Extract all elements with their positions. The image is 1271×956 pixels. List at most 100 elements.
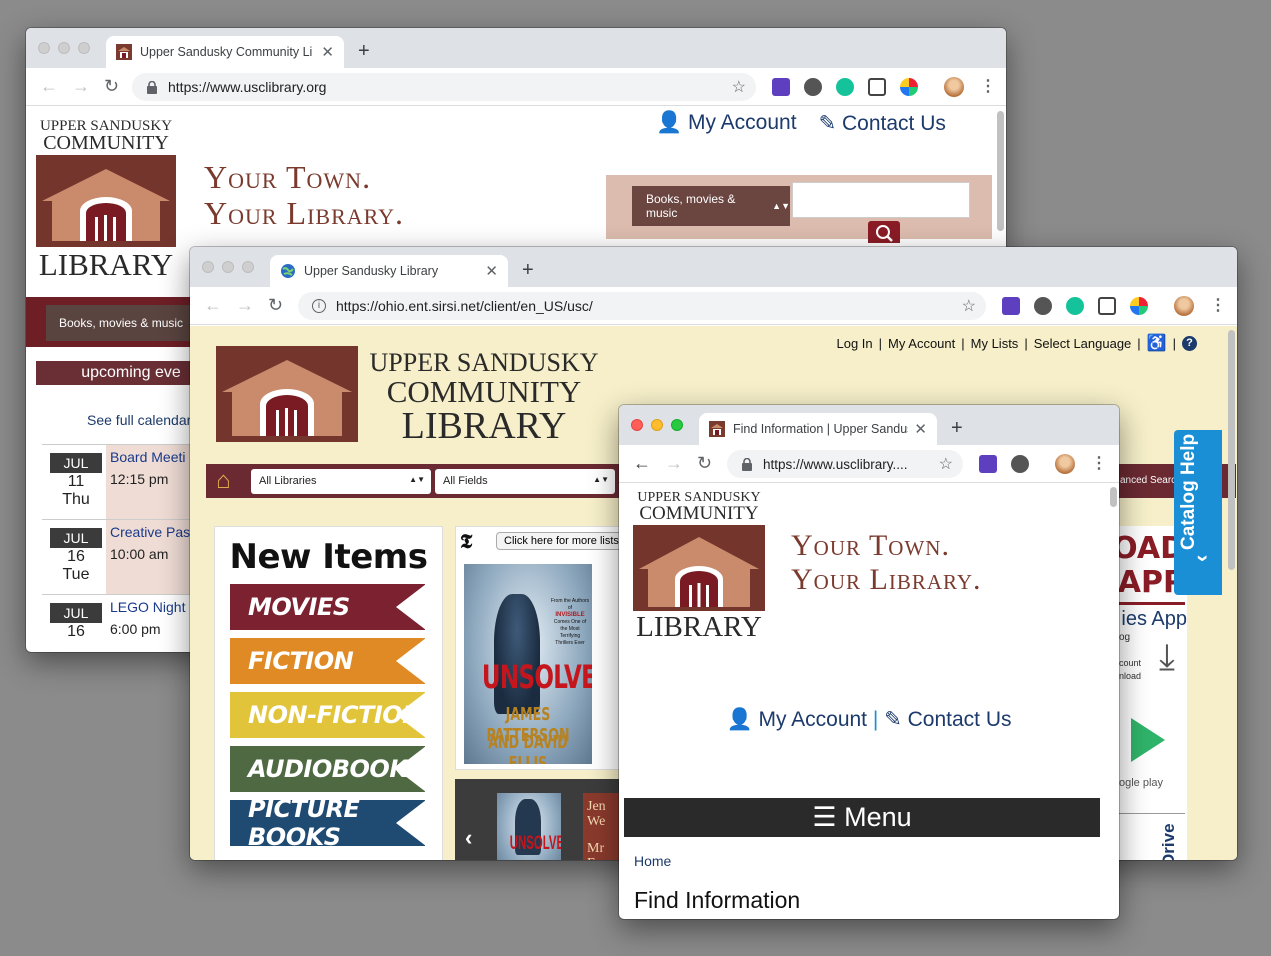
maximize-window-button[interactable] <box>78 42 90 54</box>
browser-menu-icon[interactable]: ⋮ <box>980 76 996 96</box>
address-bar[interactable]: https://www.usclibrary.org ☆ <box>132 73 756 101</box>
scrollbar[interactable] <box>1228 330 1235 570</box>
tab-usclibrary[interactable]: Upper Sandusky Community Li ✕ <box>106 36 344 68</box>
menu-label: Menu <box>844 802 912 832</box>
menu-toggle-button[interactable]: ☰ Menu <box>624 798 1100 837</box>
tab-title: Find Information | Upper Sandus <box>733 422 909 436</box>
maximize-window-button[interactable] <box>671 419 683 431</box>
new-items-category-ribbon[interactable]: FICTION <box>230 638 426 684</box>
tab-find-information[interactable]: Find Information | Upper Sandus ✕ <box>699 413 937 445</box>
library-select[interactable]: All Libraries ▲▼ <box>251 469 431 494</box>
cover-text: Ev <box>587 856 621 860</box>
forward-arrow-icon[interactable]: → <box>72 76 90 97</box>
contact-us-link[interactable]: ✎ Contact Us <box>819 111 946 136</box>
select-language-link[interactable]: Select Language <box>1034 336 1132 351</box>
profile-avatar[interactable] <box>1055 454 1075 474</box>
logo-line3: LIBRARY <box>401 405 567 447</box>
reload-icon[interactable]: ↻ <box>697 453 712 474</box>
minimize-window-button[interactable] <box>222 261 234 273</box>
nav-search-select[interactable]: Books, movies & music <box>46 305 206 341</box>
carousel-cover-unsolved[interactable]: UNSOLVED <box>497 793 561 860</box>
advanced-search-link[interactable]: anced Searc <box>1120 475 1176 486</box>
my-lists-link[interactable]: My Lists <box>971 336 1019 351</box>
bookmark-star-icon[interactable]: ☆ <box>939 454 953 474</box>
scrollbar[interactable] <box>1110 487 1117 507</box>
search-button[interactable] <box>868 221 900 243</box>
cloud-extension-icon[interactable] <box>1011 455 1029 473</box>
field-select[interactable]: All Fields ▲▼ <box>435 469 615 494</box>
google-play-icon[interactable] <box>1131 718 1165 762</box>
tab-strip: Upper Sandusky Community Li ✕ + <box>26 28 1006 68</box>
accessibility-icon[interactable]: ♿ <box>1147 333 1167 353</box>
cloud-extension-icon[interactable] <box>1034 297 1052 315</box>
my-account-link[interactable]: My Account <box>888 336 955 351</box>
grammarly-icon[interactable] <box>1066 297 1084 315</box>
forward-arrow-icon[interactable]: → <box>665 453 683 474</box>
pdf-extension-icon[interactable] <box>1002 297 1020 315</box>
close-window-button[interactable] <box>38 42 50 54</box>
browser-menu-icon[interactable]: ⋮ <box>1210 295 1226 315</box>
scrollbar[interactable] <box>997 111 1004 231</box>
carousel-prev-icon[interactable]: ‹ <box>465 825 472 851</box>
tab-strip: Find Information | Upper Sandus ✕ + <box>619 405 1119 445</box>
reload-icon[interactable]: ↻ <box>104 76 119 97</box>
browser-menu-icon[interactable]: ⋮ <box>1091 453 1107 473</box>
color-extension-icon[interactable] <box>1130 297 1148 315</box>
minimize-window-button[interactable] <box>651 419 663 431</box>
tab-sirsi[interactable]: Upper Sandusky Library ✕ <box>270 255 508 287</box>
lock-icon <box>147 80 157 94</box>
back-arrow-icon[interactable]: ← <box>633 453 651 474</box>
event-date: JUL 16 <box>50 603 102 641</box>
close-tab-icon[interactable]: ✕ <box>321 43 334 61</box>
book-author-2: AND DAVID ELLIS <box>488 732 568 764</box>
info-icon[interactable]: i <box>312 299 326 313</box>
minimize-window-button[interactable] <box>58 42 70 54</box>
book-cover-unsolved[interactable]: From the Authors of INVISIBLE Comes One … <box>464 564 592 764</box>
my-account-link[interactable]: 👤 My Account <box>726 708 867 731</box>
library-logo[interactable]: UPPER SANDUSKY COMMUNITY LIBRARY <box>631 491 767 642</box>
library-logo[interactable]: UPPER SANDUSKY COMMUNITY LIBRARY <box>34 119 178 280</box>
address-bar[interactable]: i https://ohio.ent.sirsi.net/client/en_U… <box>298 292 986 320</box>
pdf-extension-icon[interactable] <box>772 78 790 96</box>
clip-extension-icon[interactable] <box>868 78 886 96</box>
back-arrow-icon[interactable]: ← <box>40 76 58 97</box>
close-tab-icon[interactable]: ✕ <box>485 262 498 280</box>
bookmark-star-icon[interactable]: ☆ <box>732 77 746 97</box>
reload-icon[interactable]: ↻ <box>268 295 283 316</box>
tagline-line: Comes One of <box>553 619 587 625</box>
new-tab-button[interactable]: + <box>522 259 534 282</box>
new-tab-button[interactable]: + <box>358 40 370 63</box>
address-bar[interactable]: https://www.usclibrary.... ☆ <box>727 450 963 478</box>
login-link[interactable]: Log In <box>837 336 873 351</box>
close-window-button[interactable] <box>631 419 643 431</box>
close-window-button[interactable] <box>202 261 214 273</box>
new-items-category-ribbon[interactable]: AUDIOBOOKS <box>230 746 426 792</box>
new-tab-button[interactable]: + <box>951 417 963 440</box>
back-arrow-icon[interactable]: ← <box>204 295 222 316</box>
grammarly-icon[interactable] <box>836 78 854 96</box>
catalog-help-tab[interactable]: Catalog Help ‹ <box>1174 430 1222 595</box>
new-items-category-ribbon[interactable]: PICTURE BOOKS <box>230 795 426 851</box>
forward-arrow-icon[interactable]: → <box>236 295 254 316</box>
help-icon[interactable]: ? <box>1182 335 1197 351</box>
bookmark-star-icon[interactable]: ☆ <box>962 296 976 316</box>
search-input[interactable] <box>792 182 970 218</box>
search-type-select[interactable]: Books, movies & music ▲▼ <box>632 186 790 226</box>
catalog-logo-image[interactable] <box>216 346 358 442</box>
my-account-link[interactable]: 👤 My Account <box>656 111 797 136</box>
event-month: JUL <box>50 603 102 623</box>
close-tab-icon[interactable]: ✕ <box>914 420 927 438</box>
profile-avatar[interactable] <box>944 77 964 97</box>
color-extension-icon[interactable] <box>900 78 918 96</box>
new-items-category-ribbon[interactable]: NON-FICTION <box>230 692 426 738</box>
contact-us-link[interactable]: ✎ Contact Us <box>884 708 1011 731</box>
maximize-window-button[interactable] <box>242 261 254 273</box>
clip-extension-icon[interactable] <box>1098 297 1116 315</box>
new-items-category-ribbon[interactable]: MOVIES <box>230 584 426 630</box>
profile-avatar[interactable] <box>1174 296 1194 316</box>
cloud-extension-icon[interactable] <box>804 78 822 96</box>
home-icon[interactable]: ⌂ <box>216 467 231 495</box>
breadcrumb-home[interactable]: Home <box>634 853 671 869</box>
pdf-extension-icon[interactable] <box>979 455 997 473</box>
full-calendar-link[interactable]: See full calendar <box>87 412 191 428</box>
